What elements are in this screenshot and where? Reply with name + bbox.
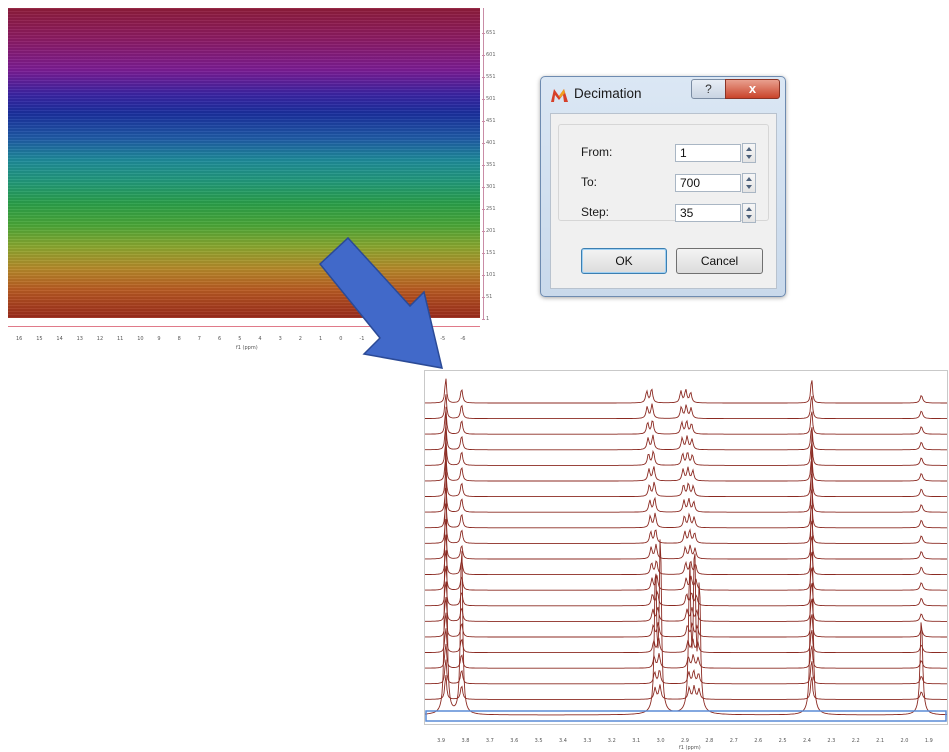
x-tick-label: 13 xyxy=(76,336,83,342)
spectrum-trace xyxy=(425,550,947,576)
y-tick-label: 451 xyxy=(482,118,496,124)
spectrum-trace xyxy=(425,409,947,435)
ppm-tick-label: 2.2 xyxy=(851,738,860,744)
to-stepper[interactable] xyxy=(742,173,756,193)
spectrum-trace xyxy=(425,581,947,607)
x-tick-label: 12 xyxy=(96,336,104,342)
y-tick-label: 251 xyxy=(482,206,496,212)
spectrum-trace xyxy=(425,472,947,498)
chevron-down-icon[interactable] xyxy=(746,155,752,159)
ppm-tick-label: 3.8 xyxy=(461,738,470,744)
ppm-tick-label: 3.5 xyxy=(534,738,543,744)
x-tick-label: 16 xyxy=(16,336,23,342)
dialog-title: Decimation xyxy=(574,86,642,101)
x-tick-label: 2 xyxy=(298,336,302,342)
x-tick-label: 10 xyxy=(137,336,144,342)
fields-group: From: To: Step: xyxy=(558,124,769,223)
y-tick-label: 551 xyxy=(482,74,496,80)
ppm-tick-label: 3.9 xyxy=(437,738,446,744)
spectrum-trace xyxy=(425,378,947,404)
x-tick-label: 14 xyxy=(56,336,63,342)
spectrum-trace xyxy=(425,534,947,560)
ppm-tick-label: 2.0 xyxy=(900,738,909,744)
ppm-tick-label: 2.6 xyxy=(754,738,763,744)
chevron-up-icon[interactable] xyxy=(746,207,752,211)
ppm-tick-label: 2.7 xyxy=(729,738,738,744)
y-tick-label: 501 xyxy=(482,96,496,102)
spectrum-trace xyxy=(425,394,947,420)
x-tick-label: 4 xyxy=(258,336,262,342)
y-tick-label: 51 xyxy=(481,294,493,300)
app-logo-icon xyxy=(551,89,568,102)
x-tick-label: 6 xyxy=(218,336,222,342)
x-axis-label: f1 (ppm) xyxy=(236,345,258,351)
y-tick-label: 151 xyxy=(482,250,496,256)
ppm-tick-label: 3.0 xyxy=(656,738,665,744)
chevron-down-icon[interactable] xyxy=(746,215,752,219)
from-label: From: xyxy=(581,145,613,159)
spectrum-trace xyxy=(425,406,947,716)
spectrum-trace xyxy=(425,565,947,591)
y-tick-label: 101 xyxy=(482,272,496,278)
chevron-up-icon[interactable] xyxy=(746,177,752,181)
ppm-tick-label: 2.4 xyxy=(803,738,811,744)
stacked-spectra-plot: 3.9 3.8 3.7 3.6 3.5 3.4 3.3 3.2 3.1 3.0 2.9 2.8 2.7 2… xyxy=(424,370,949,752)
chevron-up-icon[interactable] xyxy=(746,147,752,151)
ok-button[interactable]: OK xyxy=(581,248,667,274)
ppm-tick-label: 3.6 xyxy=(510,738,519,744)
x-tick-label: 8 xyxy=(177,336,181,342)
arrow-icon xyxy=(318,236,443,369)
to-input[interactable] xyxy=(675,174,741,192)
from-input[interactable] xyxy=(675,144,741,162)
y-tick-label: 651 xyxy=(482,30,496,36)
ppm-tick-label: 3.3 xyxy=(583,738,592,744)
y-tick-label: 1 xyxy=(481,316,490,322)
ppm-tick-label: 2.5 xyxy=(778,738,787,744)
spectrum-trace xyxy=(425,425,947,451)
x-tick-label: -6 xyxy=(460,336,466,342)
x-tick-label: 11 xyxy=(117,336,124,342)
selected-trace-highlight[interactable] xyxy=(425,710,947,722)
ppm-tick-label: 3.2 xyxy=(607,738,616,744)
x-tick-label: 7 xyxy=(197,336,201,342)
to-label: To: xyxy=(581,175,598,189)
ppm-tick-label: 2.9 xyxy=(681,738,689,744)
from-stepper[interactable] xyxy=(742,143,756,163)
step-stepper[interactable] xyxy=(742,203,756,223)
ppm-tick-label: 2.8 xyxy=(705,738,714,744)
spectrum-trace xyxy=(425,456,947,482)
help-button[interactable]: ? xyxy=(691,79,726,99)
stack-x-axis-label: f1 (ppm) xyxy=(679,745,701,751)
spectra-traces xyxy=(425,378,947,722)
spectrum-trace xyxy=(425,441,947,466)
dialog-body: From: To: Step: OK Cancel xyxy=(550,113,777,289)
spectrum-trace xyxy=(425,612,947,638)
spectrum-trace xyxy=(425,659,947,685)
chevron-down-icon[interactable] xyxy=(746,185,752,189)
spectrum-trace xyxy=(425,519,947,544)
y-tick-label: 201 xyxy=(482,228,496,234)
y-tick-label: 401 xyxy=(482,140,496,146)
y-tick-label: 301 xyxy=(482,184,496,190)
ppm-tick-label: 2.3 xyxy=(827,738,836,744)
spectra-frame xyxy=(424,370,948,725)
spectrum-trace xyxy=(425,597,947,622)
ppm-tick-label: 3.4 xyxy=(559,738,567,744)
decimation-dialog: Decimation ? x From: To: Step: OK Cancel xyxy=(540,76,786,297)
x-tick-label: 3 xyxy=(278,336,282,342)
close-button[interactable]: x xyxy=(725,79,780,99)
y-tick-label: 351 xyxy=(482,162,496,168)
ppm-tick-label: 3.7 xyxy=(485,738,494,744)
ppm-tick-label: 3.1 xyxy=(632,738,641,744)
ppm-tick-label: 2.1 xyxy=(876,738,885,744)
y-tick-label: 601 xyxy=(482,52,496,58)
step-label: Step: xyxy=(581,205,610,219)
x-tick-label: 5 xyxy=(238,336,242,342)
ppm-tick-label: 1.9 xyxy=(924,738,933,744)
x-tick-label: 15 xyxy=(36,336,43,342)
x-tick-label: 9 xyxy=(157,336,161,342)
cancel-button[interactable]: Cancel xyxy=(676,248,763,274)
step-input[interactable] xyxy=(675,204,741,222)
